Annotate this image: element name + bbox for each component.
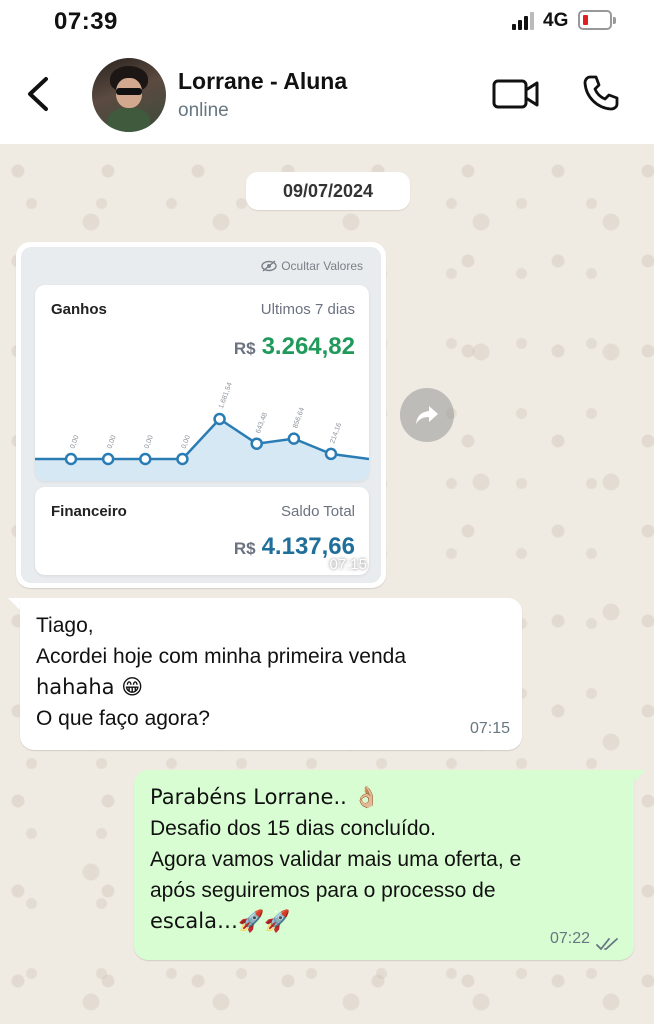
financeiro-title: Financeiro: [51, 503, 127, 520]
chart-point: [250, 437, 263, 450]
eye-off-icon: [261, 260, 277, 272]
ganhos-value: R$ 3.264,82: [234, 333, 355, 361]
message-line: O que faço agora?: [36, 707, 210, 730]
chart-point: [324, 447, 338, 461]
chart-point: [101, 452, 115, 466]
chart-point: [213, 412, 226, 426]
ganhos-currency: R$: [233, 339, 256, 358]
hide-values-label: Ocultar Valores: [261, 259, 363, 273]
forward-button[interactable]: [400, 388, 454, 442]
message-line: Parabéns Lorrane.. 👌🏼: [150, 785, 380, 809]
financeiro-currency: R$: [233, 539, 256, 558]
message-line: hahaha 😁: [36, 675, 144, 699]
contact-avatar[interactable]: [92, 58, 166, 132]
ganhos-period: Ultimos 7 dias: [260, 301, 355, 318]
chat-area[interactable]: 09/07/2024 Ocultar Valores 0,00 0,00 0,00 0…: [0, 144, 654, 1024]
chart-point-label: 856,64: [292, 407, 306, 430]
battery-icon: [578, 10, 616, 30]
contact-name[interactable]: Lorrane - Aluna: [178, 68, 347, 95]
chart-point-label: 0,00: [69, 434, 80, 449]
back-arrow-icon[interactable]: [24, 76, 52, 112]
chart-point-label: 643,48: [255, 412, 269, 435]
chart-point-label: 0,00: [181, 434, 192, 449]
chart-point-label: 0,00: [106, 434, 117, 449]
status-time: 07:39: [54, 8, 118, 35]
incoming-message[interactable]: Tiago, Acordei hoje com minha primeira v…: [20, 598, 522, 750]
video-call-icon[interactable]: [492, 78, 540, 110]
chart-point: [176, 452, 189, 466]
outgoing-message[interactable]: Parabéns Lorrane.. 👌🏼 Desafio dos 15 dia…: [134, 770, 634, 960]
image-timestamp: 07:15: [329, 556, 367, 573]
chart-point-label: 0,00: [144, 434, 155, 449]
message-timestamp: 07:15: [469, 720, 510, 737]
message-line: Desafio dos 15 dias concluído.: [150, 817, 437, 840]
message-line: após seguiremos para o processo de: [150, 879, 496, 902]
message-line: escala…🚀🚀: [150, 909, 291, 933]
ganhos-title: Ganhos: [51, 301, 107, 318]
hide-values-text: Ocultar Valores: [281, 259, 363, 273]
outgoing-bubble-tail: [632, 770, 646, 784]
read-receipt-icon: [596, 938, 618, 951]
chart-point: [287, 432, 301, 445]
ganhos-amount: 3.264,82: [261, 333, 355, 360]
ganhos-card: 0,00 0,00 0,00 0,00 1.681,54 643,48 856,64 214,…: [35, 285, 369, 481]
network-type: 4G: [543, 10, 569, 31]
chart-point: [64, 452, 78, 466]
message-timestamp: 07:22: [549, 930, 590, 947]
chat-header: Lorrane - Aluna online: [0, 44, 654, 144]
chart-point: [139, 452, 152, 466]
phone-call-icon[interactable]: [582, 74, 620, 112]
message-line: Acordei hoje com minha primeira venda: [36, 645, 407, 668]
message-line: Tiago,: [36, 614, 94, 637]
contact-status: online: [178, 100, 229, 121]
financeiro-card: Financeiro Saldo Total R$ 4.137,66: [35, 487, 369, 575]
status-bar: 07:39 4G: [0, 0, 654, 44]
dashboard-screenshot: Ocultar Valores 0,00 0,00 0,00 0,00 1.681,54…: [21, 247, 381, 583]
image-message[interactable]: Ocultar Valores 0,00 0,00 0,00 0,00 1.681,54…: [16, 242, 386, 588]
message-line: Agora vamos validar mais uma oferta, e: [150, 848, 522, 871]
signal-icon: [512, 12, 536, 30]
financeiro-subtitle: Saldo Total: [281, 503, 355, 520]
chart-point-label: 214,16: [329, 422, 343, 445]
chart-point-label: 1.681,54: [218, 382, 234, 410]
forward-icon: [416, 406, 438, 424]
date-separator: 09/07/2024: [246, 172, 410, 210]
